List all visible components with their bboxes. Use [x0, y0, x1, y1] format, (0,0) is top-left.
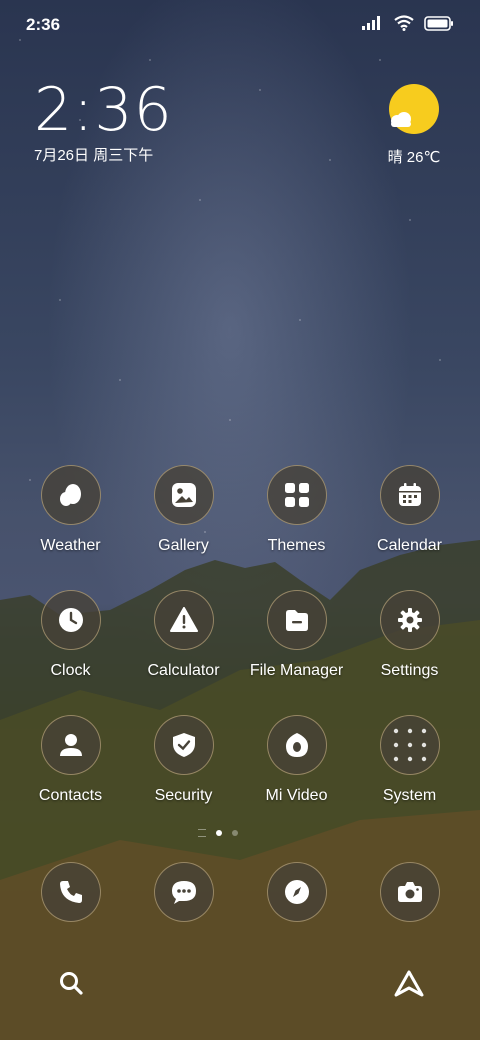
contacts-icon: [40, 715, 101, 775]
folder-icon: [379, 715, 440, 775]
clock-icon: [40, 590, 101, 650]
app-label: Themes: [267, 537, 326, 554]
calculator-icon: [153, 590, 214, 650]
weather-widget[interactable]: 晴 26℃: [384, 84, 444, 167]
app-clock[interactable]: Clock: [14, 590, 127, 715]
page-indicator-menu: [198, 829, 206, 837]
status-bar: 2:36: [0, 0, 480, 50]
page-indicator[interactable]: [198, 829, 238, 837]
status-time: 2:36: [26, 15, 61, 34]
app-calculator[interactable]: Calculator: [127, 590, 240, 715]
clock-widget[interactable]: 2:36 7月26日 周三下午: [34, 78, 173, 165]
weather-icon: [40, 465, 101, 525]
page-dot: [232, 830, 238, 836]
gear-icon: [379, 590, 440, 650]
app-row: Clock Calculator File Manager Settings: [14, 590, 466, 715]
page-dot-active: [216, 830, 222, 836]
browser-icon: [266, 862, 327, 922]
app-label: Calendar: [377, 537, 442, 554]
app-label: File Manager: [249, 662, 344, 679]
app-settings[interactable]: Settings: [353, 590, 466, 715]
app-security[interactable]: Security: [127, 715, 240, 840]
themes-icon: [266, 465, 327, 525]
shield-icon: [153, 715, 214, 775]
dock-browser[interactable]: [240, 862, 353, 922]
app-system-folder[interactable]: System: [353, 715, 466, 840]
gallery-icon: [153, 465, 214, 525]
app-gallery[interactable]: Gallery: [127, 465, 240, 590]
app-label: Contacts: [38, 787, 103, 804]
bottom-bar: [0, 960, 480, 1010]
app-label: System: [382, 787, 437, 804]
signal-icon: [362, 16, 380, 30]
app-label: Weather: [40, 537, 101, 554]
app-row: Weather Gallery Themes Calendar: [14, 465, 466, 590]
app-label: Calculator: [147, 662, 220, 679]
app-label: Mi Video: [265, 787, 328, 804]
app-label: Gallery: [158, 537, 209, 554]
app-label: Settings: [380, 662, 439, 679]
app-contacts[interactable]: Contacts: [14, 715, 127, 840]
widget-date: 7月26日 周三下午: [34, 147, 154, 164]
app-file-manager[interactable]: File Manager: [240, 590, 353, 715]
dock: [14, 862, 466, 922]
dock-messages[interactable]: [127, 862, 240, 922]
app-grid: Weather Gallery Themes Calendar Clock Ca…: [14, 465, 466, 840]
app-themes[interactable]: Themes: [240, 465, 353, 590]
assistant-button[interactable]: [392, 968, 426, 1000]
sunny-weather-icon: [389, 84, 439, 134]
calendar-icon: [379, 465, 440, 525]
app-label: Security: [154, 787, 213, 804]
dock-phone[interactable]: [14, 862, 127, 922]
battery-icon: [424, 15, 453, 31]
assistant-icon: [394, 970, 424, 997]
app-row: Contacts Security Mi Video System: [14, 715, 466, 840]
app-mi-video[interactable]: Mi Video: [240, 715, 353, 840]
dock-camera[interactable]: [353, 862, 466, 922]
widget-time: 2:36: [34, 75, 173, 145]
app-weather[interactable]: Weather: [14, 465, 127, 590]
status-icons: [362, 15, 454, 31]
app-label: Clock: [50, 662, 91, 679]
phone-icon: [40, 862, 101, 922]
file-manager-icon: [266, 590, 327, 650]
search-icon: [60, 972, 83, 995]
search-button[interactable]: [56, 968, 88, 1000]
video-icon: [266, 715, 327, 775]
camera-icon: [379, 862, 440, 922]
weather-text: 晴 26℃: [387, 149, 441, 166]
messages-icon: [153, 862, 214, 922]
wifi-icon: [394, 15, 414, 31]
app-calendar[interactable]: Calendar: [353, 465, 466, 590]
